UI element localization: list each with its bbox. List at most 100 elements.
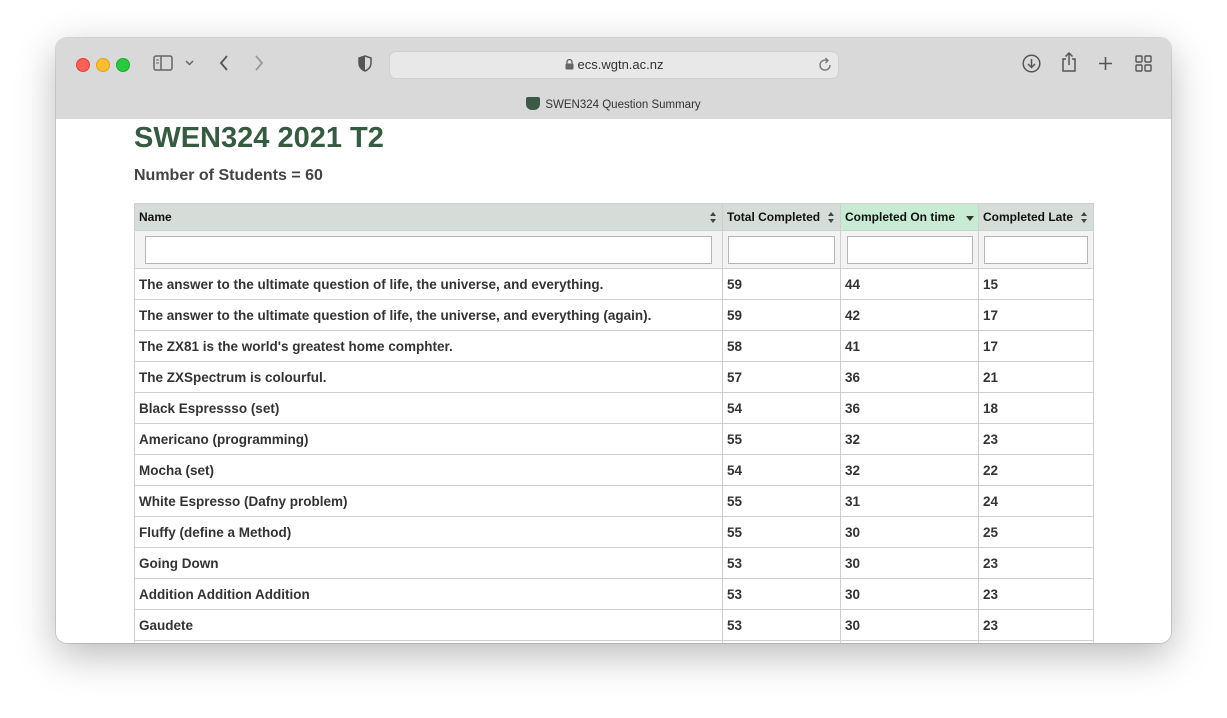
completed-on-time-cell: 32 xyxy=(840,423,979,455)
maximize-button[interactable] xyxy=(116,58,130,72)
privacy-shield-icon[interactable] xyxy=(358,55,372,72)
browser-window: ecs.wgtn.ac.nz SWEN324 Question Summary … xyxy=(56,38,1171,643)
back-icon[interactable] xyxy=(219,55,229,71)
completed-late-cell xyxy=(978,640,1094,643)
completed-late-cell: 23 xyxy=(978,547,1094,579)
sort-descending-icon xyxy=(966,212,974,223)
completed-late-cell: 18 xyxy=(978,392,1094,424)
completed-late-cell: 17 xyxy=(978,330,1094,362)
download-icon[interactable] xyxy=(1022,54,1041,73)
completed-on-time-cell: 30 xyxy=(840,609,979,641)
minimize-button[interactable] xyxy=(96,58,110,72)
name-filter-input[interactable] xyxy=(145,235,712,264)
tab-title: SWEN324 Question Summary xyxy=(545,99,701,111)
filter-cell xyxy=(978,230,1094,269)
name-cell: White Espresso (Dafny problem) xyxy=(134,485,723,517)
column-header-completed-on-time[interactable]: Completed On time xyxy=(840,203,979,231)
name-cell: Gaudete xyxy=(134,609,723,641)
total-completed-cell: 54 xyxy=(722,454,841,486)
table-row: The answer to the ultimate question of l… xyxy=(134,299,1094,331)
sort-icon xyxy=(1081,212,1087,223)
total-completed-cell: 55 xyxy=(722,423,841,455)
completed-late-cell: 23 xyxy=(978,609,1094,641)
name-cell: Mocha (set) xyxy=(134,454,723,486)
reload-icon[interactable] xyxy=(818,57,832,77)
table-row: The ZX81 is the world's greatest home co… xyxy=(134,330,1094,362)
completed-on-time-cell: 36 xyxy=(840,392,979,424)
total-completed-cell: 53 xyxy=(722,547,841,579)
forward-icon[interactable] xyxy=(254,55,264,71)
question-summary-table: Name Total Completed Completed On time C… xyxy=(134,203,1094,643)
favicon-icon xyxy=(526,97,541,110)
completed-late-cell: 21 xyxy=(978,361,1094,393)
share-icon[interactable] xyxy=(1061,52,1077,72)
total-completed-cell: 59 xyxy=(722,299,841,331)
table-row: Fluffy (define a Method) 55 30 25 xyxy=(134,516,1094,548)
column-header-completed-late[interactable]: Completed Late xyxy=(978,203,1094,231)
total-completed-cell xyxy=(722,640,841,643)
total-completed-filter-input[interactable] xyxy=(728,235,835,264)
total-completed-cell: 59 xyxy=(722,268,841,300)
new-tab-icon[interactable] xyxy=(1098,56,1113,71)
name-cell: Black Espressso (set) xyxy=(134,392,723,424)
sort-icon xyxy=(710,212,716,223)
table-row: Addition Addition Addition 53 30 23 xyxy=(134,578,1094,610)
table-row: White Espresso (Dafny problem) 55 31 24 xyxy=(134,485,1094,517)
url-text: ecs.wgtn.ac.nz xyxy=(577,57,664,72)
completed-on-time-cell xyxy=(840,640,979,643)
name-cell xyxy=(134,640,723,643)
filter-cell xyxy=(134,230,723,269)
table-row xyxy=(134,640,1094,643)
total-completed-cell: 54 xyxy=(722,392,841,424)
tab[interactable]: SWEN324 Question Summary xyxy=(56,97,1171,111)
total-completed-cell: 55 xyxy=(722,485,841,517)
table-row: The answer to the ultimate question of l… xyxy=(134,268,1094,300)
completed-late-cell: 24 xyxy=(978,485,1094,517)
name-cell: Going Down xyxy=(134,547,723,579)
sidebar-icon[interactable] xyxy=(153,55,173,71)
table-row: Americano (programming) 55 32 23 xyxy=(134,423,1094,455)
close-button[interactable] xyxy=(76,58,90,72)
name-cell: Americano (programming) xyxy=(134,423,723,455)
column-header-total-completed[interactable]: Total Completed xyxy=(722,203,841,231)
table-row: The ZXSpectrum is colourful. 57 36 21 xyxy=(134,361,1094,393)
on-time-filter-input[interactable] xyxy=(846,235,973,264)
filter-cell xyxy=(840,230,979,269)
completed-on-time-cell: 36 xyxy=(840,361,979,393)
late-filter-input[interactable] xyxy=(984,235,1088,264)
completed-late-cell: 25 xyxy=(978,516,1094,548)
table-row: Gaudete 53 30 23 xyxy=(134,609,1094,641)
name-cell: The answer to the ultimate question of l… xyxy=(134,299,723,331)
completed-late-cell: 15 xyxy=(978,268,1094,300)
completed-on-time-cell: 32 xyxy=(840,454,979,486)
page-title: SWEN324 2021 T2 xyxy=(134,122,384,154)
completed-on-time-cell: 30 xyxy=(840,547,979,579)
chevron-down-icon[interactable] xyxy=(185,60,194,66)
completed-late-cell: 23 xyxy=(978,578,1094,610)
completed-on-time-cell: 44 xyxy=(840,268,979,300)
completed-on-time-cell: 30 xyxy=(840,578,979,610)
name-cell: Addition Addition Addition xyxy=(134,578,723,610)
total-completed-cell: 57 xyxy=(722,361,841,393)
page-content: SWEN324 2021 T2 Number of Students = 60 … xyxy=(56,119,1171,643)
completed-on-time-cell: 42 xyxy=(840,299,979,331)
total-completed-cell: 58 xyxy=(722,330,841,362)
total-completed-cell: 53 xyxy=(722,609,841,641)
table-row: Going Down 53 30 23 xyxy=(134,547,1094,579)
name-cell: Fluffy (define a Method) xyxy=(134,516,723,548)
name-cell: The ZX81 is the world's greatest home co… xyxy=(134,330,723,362)
lock-icon xyxy=(565,58,574,73)
tab-overview-icon[interactable] xyxy=(1135,55,1152,72)
completed-late-cell: 22 xyxy=(978,454,1094,486)
name-cell: The answer to the ultimate question of l… xyxy=(134,268,723,300)
total-completed-cell: 55 xyxy=(722,516,841,548)
sort-icon xyxy=(828,212,834,223)
table-row: Black Espressso (set) 54 36 18 xyxy=(134,392,1094,424)
student-count: Number of Students = 60 xyxy=(134,167,323,184)
completed-late-cell: 23 xyxy=(978,423,1094,455)
table-row: Mocha (set) 54 32 22 xyxy=(134,454,1094,486)
name-cell: The ZXSpectrum is colourful. xyxy=(134,361,723,393)
completed-on-time-cell: 41 xyxy=(840,330,979,362)
column-header-name[interactable]: Name xyxy=(134,203,723,231)
address-bar[interactable]: ecs.wgtn.ac.nz xyxy=(389,51,839,79)
